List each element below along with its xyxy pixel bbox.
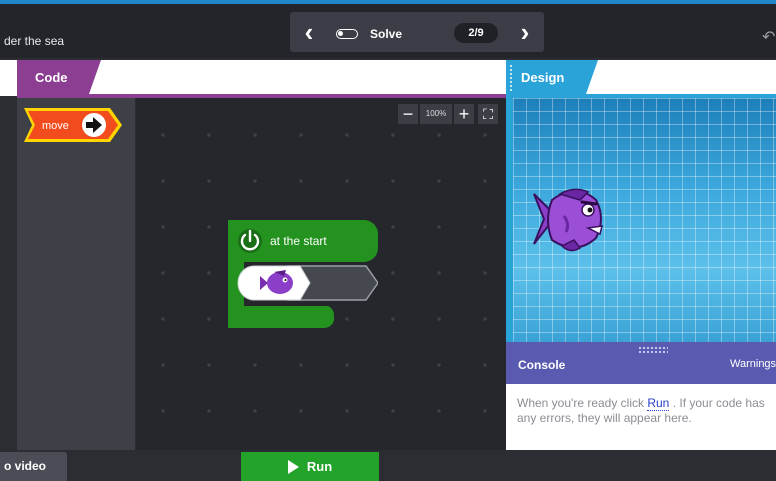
zoom-in-button[interactable]: + [454,104,474,124]
tab-design-label[interactable]: Design [521,70,564,85]
chevron-right-icon: › [520,17,530,47]
console-title: Console [518,358,566,372]
event-block-label: at the start [270,234,327,248]
video-button[interactable]: o video [0,452,67,481]
panel-drag-handle[interactable] [509,64,513,92]
block-palette [17,98,135,450]
play-icon [287,459,299,474]
tab-code-corner [89,60,101,94]
toggle-icon[interactable] [336,29,358,39]
mode-label[interactable]: Solve [370,27,402,41]
undo-icon[interactable]: ↶ [762,27,775,47]
lesson-nav [290,12,544,52]
chevron-left-icon: ‹ [304,17,314,47]
bottom-bar [0,450,776,481]
tab-code-label[interactable]: Code [35,70,68,85]
step-counter: 2/9 [454,23,498,43]
run-button[interactable]: Run [241,452,379,481]
top-accent-line [0,0,776,4]
tab-design-corner [586,60,598,94]
console-resize-handle[interactable] [638,346,668,354]
run-button-label: Run [306,459,333,474]
fullscreen-icon[interactable]: ⛶ [478,104,498,124]
lesson-title: der the sea [4,34,65,48]
fish-sprite[interactable] [530,186,608,256]
console-message-text: When you're ready click [517,396,648,410]
palette-block-move-label: move [42,120,69,132]
palette-block-move[interactable]: move [24,108,122,142]
zoom-out-button[interactable]: − [398,104,418,124]
console-run-link[interactable]: Run [647,396,670,411]
zoom-level: 100% [420,104,452,124]
console-warnings-tab[interactable]: Warnings [730,358,776,370]
palette-gutter [0,98,17,450]
console-message: When you're ready click Run . If your co… [517,396,776,426]
next-step-button[interactable]: › [510,16,540,48]
prev-step-button[interactable]: ‹ [294,16,324,48]
